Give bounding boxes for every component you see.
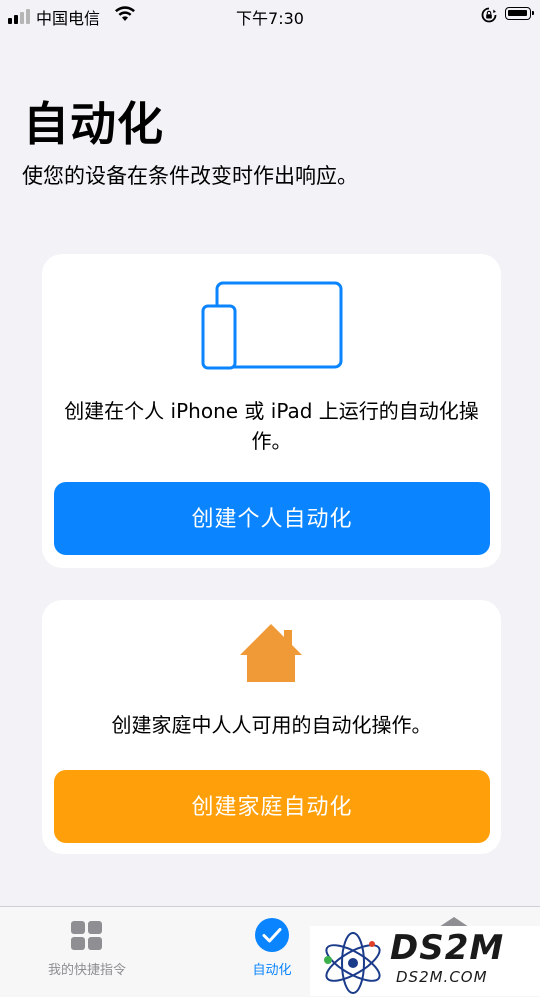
tab-label: 我的快捷指令	[47, 963, 126, 978]
home-icon	[240, 624, 302, 682]
atom-logo-icon	[324, 932, 381, 994]
personal-automation-card: 创建在个人 iPhone 或 iPad 上运行的自动化操作。 创建个人自动化	[42, 254, 501, 568]
battery-icon	[505, 7, 534, 20]
page-subtitle: 使您的设备在条件改变时作出响应。	[22, 164, 358, 188]
iphone-ipad-icon	[201, 281, 343, 370]
checkmark-circle-icon	[255, 918, 289, 952]
home-automation-description: 创建家庭中人人可用的自动化操作。	[111, 713, 432, 737]
tab-my-shortcuts[interactable]: 我的快捷指令	[27, 907, 147, 997]
grid-icon	[71, 921, 102, 950]
personal-automation-description: 创建在个人 iPhone 或 iPad 上运行的自动化操作。	[64, 399, 479, 453]
status-bar: 中国电信 下午7:30	[0, 0, 540, 30]
create-personal-automation-button[interactable]: 创建个人自动化	[54, 482, 490, 555]
page-title: 自动化	[23, 97, 164, 151]
rotation-lock-icon	[481, 7, 497, 23]
watermark-brand: DS2M	[390, 928, 505, 968]
watermark-url: DS2M.COM	[396, 968, 488, 986]
home-automation-card: 创建家庭中人人可用的自动化操作。 创建家庭自动化	[42, 600, 501, 854]
create-home-automation-button[interactable]: 创建家庭自动化	[54, 770, 490, 843]
watermark: DS2M DS2M.COM	[310, 926, 540, 996]
status-time: 下午7:30	[236, 9, 304, 28]
